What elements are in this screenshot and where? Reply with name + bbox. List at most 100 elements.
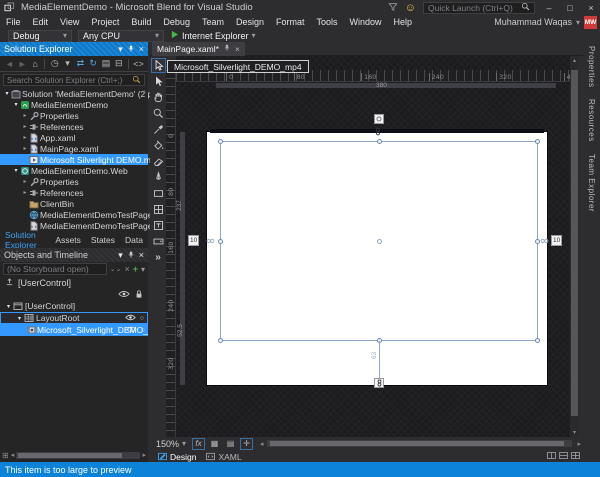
panel-tab-states[interactable]: States: [86, 235, 120, 245]
tree-item[interactable]: ▾MediaElementDemo.Web: [0, 165, 148, 176]
eyedropper-tool[interactable]: [151, 122, 166, 137]
menu-team[interactable]: Team: [196, 15, 230, 29]
menu-project[interactable]: Project: [85, 15, 125, 29]
objects-tree-item[interactable]: ▾LayoutRoot○: [0, 312, 148, 324]
panel-tab-solution-explorer[interactable]: Solution Explorer: [0, 230, 50, 250]
menu-tools[interactable]: Tools: [311, 15, 344, 29]
vertical-scrollbar[interactable]: ▴ ▾: [570, 56, 579, 437]
side-tab-resources[interactable]: Resources: [587, 99, 596, 142]
pen-tool[interactable]: [151, 170, 166, 185]
zoom-tool[interactable]: [151, 106, 166, 121]
zoom-dropdown[interactable]: 150%▾: [153, 438, 189, 450]
direct-selection-tool[interactable]: [151, 74, 166, 89]
margin-bottom-label[interactable]: 63: [371, 352, 378, 359]
eye-icon[interactable]: [118, 290, 130, 300]
panel-tab-assets[interactable]: Assets: [50, 235, 86, 245]
tree-item[interactable]: ▸Properties: [0, 176, 148, 187]
open-storyboard-icon[interactable]: ⌄⌄: [110, 265, 122, 273]
selection-tool[interactable]: [151, 58, 166, 73]
tree-item[interactable]: Microsoft Silverlight DEMO.mp4: [0, 154, 148, 165]
dropdown-icon[interactable]: ▾: [62, 58, 73, 69]
expander-open-icon[interactable]: ▾: [12, 167, 20, 174]
horizontal-scrollbar[interactable]: [267, 440, 573, 447]
more-tools-tool[interactable]: »: [151, 250, 166, 265]
eye-icon[interactable]: [125, 313, 136, 323]
menu-design[interactable]: Design: [230, 15, 270, 29]
split-horizontal-icon[interactable]: [559, 451, 568, 461]
pan-tool[interactable]: [151, 90, 166, 105]
menu-debug[interactable]: Debug: [157, 15, 196, 29]
back-icon[interactable]: ◄: [4, 59, 15, 69]
expand-pane-icon[interactable]: [571, 451, 580, 461]
objects-tree-item[interactable]: Microsoft_Silverlight_DEMO_○: [0, 324, 148, 336]
menu-help[interactable]: Help: [388, 15, 419, 29]
history-icon[interactable]: ◷: [49, 58, 60, 69]
expander-closed-icon[interactable]: ▸: [21, 112, 29, 119]
storyboard-picker[interactable]: (No Storyboard open): [3, 263, 107, 275]
scroll-right-icon[interactable]: ▸: [577, 440, 581, 448]
expander-closed-icon[interactable]: ▸: [21, 123, 29, 130]
scroll-left-icon[interactable]: ◂: [11, 451, 15, 459]
pin-icon[interactable]: [127, 45, 135, 53]
expander-open-icon[interactable]: ▾: [3, 90, 11, 97]
window-position-icon[interactable]: ▾: [118, 250, 123, 261]
view-tab-xaml[interactable]: XAML: [206, 452, 241, 462]
close-icon[interactable]: ×: [139, 250, 144, 260]
objects-timeline-header[interactable]: Objects and Timeline ▾ ×: [0, 248, 148, 262]
selection-handle[interactable]: [218, 139, 223, 144]
code-view-icon[interactable]: <>: [133, 59, 144, 69]
tree-item[interactable]: ▸Properties: [0, 110, 148, 121]
combobox-tool[interactable]: [151, 234, 166, 249]
text-tool[interactable]: [151, 218, 166, 233]
selection-handle[interactable]: [377, 139, 382, 144]
tree-item[interactable]: ▸References: [0, 187, 148, 198]
panel-tab-data[interactable]: Data: [120, 235, 148, 245]
tree-item[interactable]: ▾MediaElementDemo: [0, 99, 148, 110]
rectangle-tool[interactable]: [151, 186, 166, 201]
lock-icon[interactable]: [135, 289, 143, 301]
close-storyboard-icon[interactable]: ×: [124, 264, 129, 274]
side-tab-properties[interactable]: Properties: [587, 46, 596, 87]
split-vertical-icon[interactable]: [547, 451, 556, 461]
expander-closed-icon[interactable]: ▸: [21, 178, 29, 185]
grid-row-track[interactable]: [180, 132, 185, 385]
effects-toggle-icon[interactable]: fx: [192, 438, 205, 450]
tree-item[interactable]: MediaElementDemoTestPage.as: [0, 209, 148, 220]
chevron-down-icon[interactable]: ▾: [141, 265, 145, 274]
tree-item[interactable]: ▸MainPage.xaml: [0, 143, 148, 154]
scroll-up-icon[interactable]: ▴: [570, 57, 579, 64]
selection-handle[interactable]: [218, 338, 223, 343]
margin-left-anchor-icon[interactable]: [206, 238, 215, 244]
scroll-down-icon[interactable]: ▾: [570, 429, 579, 436]
opacity-dot-icon[interactable]: ○: [141, 327, 145, 334]
menu-window[interactable]: Window: [344, 15, 388, 29]
menu-view[interactable]: View: [54, 15, 85, 29]
solution-explorer-header[interactable]: Solution Explorer ▾ ×: [0, 42, 148, 56]
eye-icon[interactable]: [126, 325, 137, 335]
collapse-all-icon[interactable]: ⊟: [113, 58, 124, 69]
scrollbar[interactable]: ▴: [141, 88, 148, 95]
notification-filter-icon[interactable]: [388, 2, 398, 14]
grid-tool[interactable]: [151, 202, 166, 217]
tree-item[interactable]: ▸References: [0, 121, 148, 132]
margin-left-label[interactable]: 10: [188, 235, 199, 246]
maximize-button[interactable]: □: [563, 3, 577, 13]
grid-column-track[interactable]: 380: [216, 83, 556, 88]
avatar[interactable]: MW: [584, 16, 597, 29]
menu-build[interactable]: Build: [125, 15, 157, 29]
margin-right-label[interactable]: 10: [551, 235, 562, 246]
objects-tree-item[interactable]: ▾[UserControl]: [0, 300, 148, 312]
selection-handle[interactable]: [535, 139, 540, 144]
refresh-icon[interactable]: ↻: [88, 58, 99, 69]
expander-open-icon[interactable]: ▾: [12, 101, 20, 108]
sync-icon[interactable]: ⇄: [75, 58, 86, 69]
scroll-left-icon[interactable]: ◂: [260, 440, 264, 448]
side-tab-team-explorer[interactable]: Team Explorer: [587, 154, 596, 212]
top-chain-icon[interactable]: [375, 127, 381, 136]
configuration-dropdown[interactable]: Debug▾: [8, 30, 72, 42]
platform-dropdown[interactable]: Any CPU▾: [78, 30, 164, 42]
document-tab[interactable]: MainPage.xaml* ×: [152, 42, 245, 56]
pin-icon[interactable]: [223, 44, 231, 54]
selection-handle[interactable]: [535, 338, 540, 343]
pin-icon[interactable]: [127, 251, 135, 259]
